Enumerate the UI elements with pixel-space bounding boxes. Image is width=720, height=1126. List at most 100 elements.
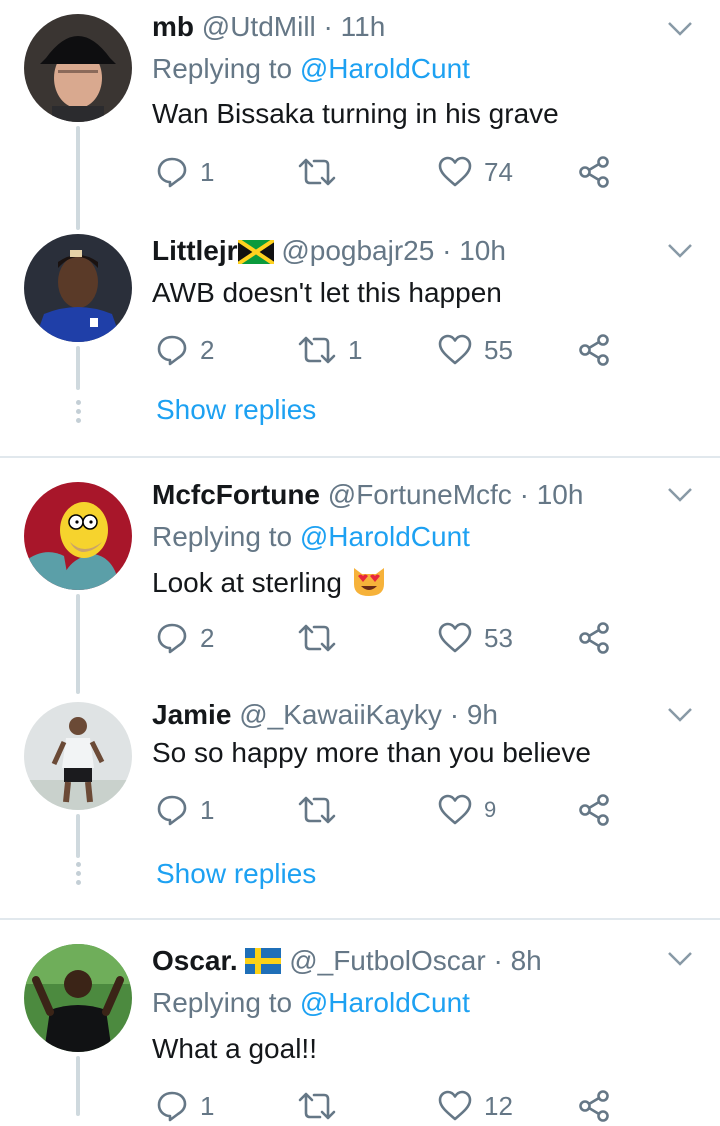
tweet-header: Jamie @_KawaiiKayky · 9h xyxy=(152,699,498,730)
tweet-jamie[interactable]: Jamie @_KawaiiKayky · 9h So so happy mor… xyxy=(0,696,720,918)
chevron-down-icon[interactable] xyxy=(666,20,694,38)
retweet-button[interactable] xyxy=(298,618,348,658)
avatar[interactable] xyxy=(24,944,132,1052)
tweet-actions: 1 12 xyxy=(152,1086,622,1126)
user-handle[interactable]: @FortuneMcfc xyxy=(328,479,512,510)
timestamp[interactable]: 9h xyxy=(467,699,498,730)
replying-to-handle[interactable]: @HaroldCunt xyxy=(300,521,470,552)
display-name[interactable]: mb xyxy=(152,11,194,42)
share-icon xyxy=(579,334,609,366)
share-button[interactable] xyxy=(578,152,610,192)
reply-icon xyxy=(157,795,187,826)
like-button[interactable]: 53 xyxy=(438,618,513,658)
tweet-text: What a goal!! xyxy=(152,1033,317,1064)
divider xyxy=(0,456,720,458)
avatar[interactable] xyxy=(24,482,132,590)
display-name[interactable]: Oscar. xyxy=(152,945,238,976)
tweet-text-content: Look at sterling xyxy=(152,567,342,598)
tweet-mb[interactable]: mb @UtdMill · 11h Replying to @HaroldCun… xyxy=(0,0,720,230)
replying-to: Replying to @HaroldCunt xyxy=(152,986,470,1020)
reply-button[interactable]: 2 xyxy=(156,618,214,658)
tweet-header: Oscar. @_FutbolOscar · 8h xyxy=(152,945,542,976)
thread-line xyxy=(76,814,80,858)
display-name[interactable]: Jamie xyxy=(152,699,231,730)
reply-count: 2 xyxy=(200,334,215,365)
share-button[interactable] xyxy=(578,790,610,830)
chevron-down-icon[interactable] xyxy=(666,950,694,968)
tweet-actions: 2 53 xyxy=(152,618,622,658)
tweet-littlejr[interactable]: Littlejr @pogbajr25 · 10h AWB doesn't le… xyxy=(0,226,720,456)
tweet-header: mb @UtdMill · 11h xyxy=(152,11,386,42)
retweet-button[interactable] xyxy=(298,152,348,192)
like-count: 9 xyxy=(484,797,497,822)
reply-button[interactable]: 1 xyxy=(156,790,214,830)
timestamp[interactable]: 10h xyxy=(537,479,584,510)
like-count: 74 xyxy=(484,156,513,187)
avatar[interactable] xyxy=(24,14,132,122)
display-name[interactable]: Littlejr xyxy=(152,235,238,266)
chevron-down-icon[interactable] xyxy=(666,706,694,724)
retweet-icon xyxy=(298,158,336,186)
user-handle[interactable]: @_KawaiiKayky xyxy=(239,699,442,730)
avatar[interactable] xyxy=(24,702,132,810)
share-icon xyxy=(579,156,609,188)
share-button[interactable] xyxy=(578,618,610,658)
show-replies-link[interactable]: Show replies xyxy=(156,394,316,426)
retweet-button[interactable]: 1 xyxy=(298,330,362,370)
share-icon xyxy=(579,1090,609,1122)
share-button[interactable] xyxy=(578,1086,610,1126)
heart-icon xyxy=(438,794,472,825)
thread-line xyxy=(76,126,80,230)
replying-to-handle[interactable]: @HaroldCunt xyxy=(300,987,470,1018)
reply-button[interactable]: 2 xyxy=(156,330,214,370)
reply-button[interactable]: 1 xyxy=(156,1086,214,1126)
avatar[interactable] xyxy=(24,234,132,342)
tweet-actions: 1 74 xyxy=(152,152,622,192)
reply-count: 1 xyxy=(200,156,215,187)
tweet-header: Littlejr @pogbajr25 · 10h xyxy=(152,235,506,266)
jamaica-flag-icon xyxy=(237,240,274,264)
reply-button[interactable]: 1 xyxy=(156,152,214,192)
heart-icon xyxy=(438,334,472,365)
timestamp[interactable]: 8h xyxy=(511,945,542,976)
retweet-icon xyxy=(298,796,336,824)
tweet-oscar[interactable]: Oscar. @_FutbolOscar · 8h Replying to @H… xyxy=(0,934,720,1122)
show-replies-link[interactable]: Show replies xyxy=(156,858,316,890)
share-button[interactable] xyxy=(578,330,610,370)
tweet-mcfcfortune[interactable]: McfcFortune @FortuneMcfc · 10h Replying … xyxy=(0,470,720,694)
replying-to: Replying to @HaroldCunt xyxy=(152,520,470,554)
user-handle[interactable]: @pogbajr25 xyxy=(281,235,434,266)
thread-dots xyxy=(74,862,82,889)
retweet-icon xyxy=(298,336,336,364)
replying-to-handle[interactable]: @HaroldCunt xyxy=(300,53,470,84)
like-button[interactable]: 9 xyxy=(438,790,496,830)
like-button[interactable]: 74 xyxy=(438,152,513,192)
share-icon xyxy=(579,794,609,826)
user-handle[interactable]: @_FutbolOscar xyxy=(289,945,486,976)
tweet-header: McfcFortune @FortuneMcfc · 10h xyxy=(152,479,584,510)
reply-icon xyxy=(157,157,187,188)
retweet-button[interactable] xyxy=(298,790,348,830)
reply-count: 1 xyxy=(200,794,215,825)
like-button[interactable]: 12 xyxy=(438,1086,513,1126)
divider xyxy=(0,918,720,920)
reply-icon xyxy=(157,623,187,654)
reply-icon xyxy=(157,335,187,366)
display-name[interactable]: McfcFortune xyxy=(152,479,320,510)
timestamp[interactable]: 11h xyxy=(341,11,386,42)
retweet-icon xyxy=(298,624,336,652)
chevron-down-icon[interactable] xyxy=(666,486,694,504)
user-handle[interactable]: @UtdMill xyxy=(202,11,316,42)
replying-to-label: Replying to xyxy=(152,987,293,1018)
reply-count: 2 xyxy=(200,622,215,653)
heart-icon xyxy=(438,156,472,187)
chevron-down-icon[interactable] xyxy=(666,242,694,260)
retweet-button[interactable] xyxy=(298,1086,348,1126)
replying-to-label: Replying to xyxy=(152,521,293,552)
thread-line xyxy=(76,594,80,694)
tweet-text: Wan Bissaka turning in his grave xyxy=(152,98,559,129)
like-count: 53 xyxy=(484,622,513,653)
timestamp[interactable]: 10h xyxy=(459,235,506,266)
tweet-text: AWB doesn't let this happen xyxy=(152,277,502,308)
like-button[interactable]: 55 xyxy=(438,330,513,370)
